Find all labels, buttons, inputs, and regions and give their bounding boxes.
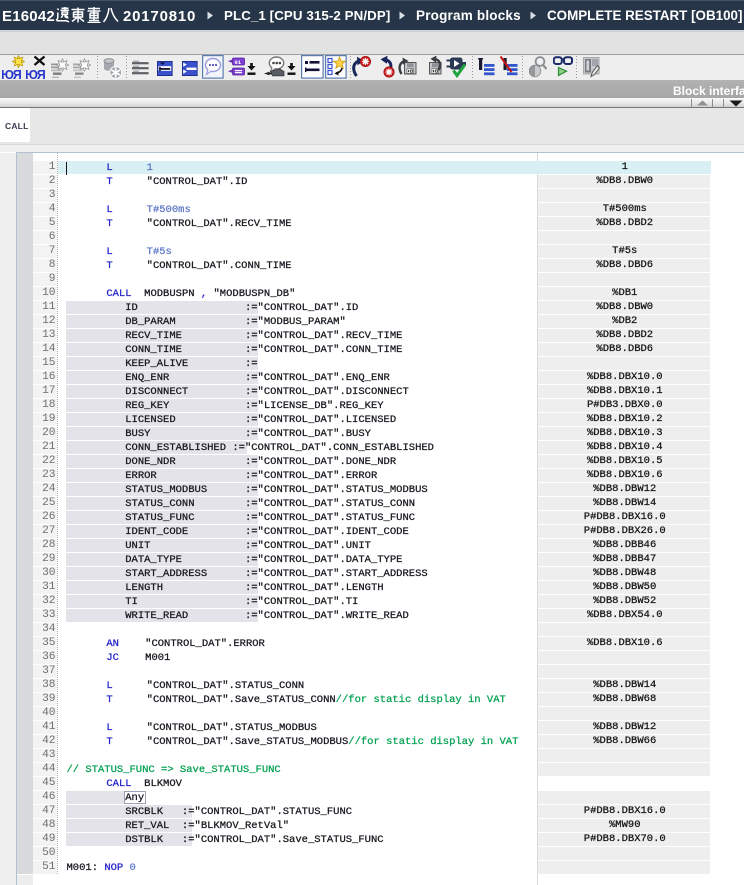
svg-text:01: 01	[235, 59, 242, 66]
svg-text:ЮЯ: ЮЯ	[2, 68, 22, 79]
svg-text:ЮЯ: ЮЯ	[26, 68, 46, 79]
